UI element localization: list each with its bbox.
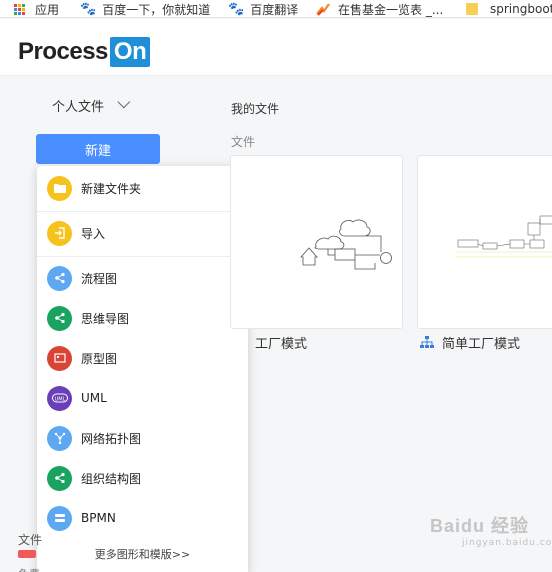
menu-item-prototype[interactable]: 原型图 xyxy=(37,338,248,378)
processon-logo[interactable]: Process On xyxy=(18,37,151,67)
menu-item-label: 思维导图 xyxy=(81,311,130,326)
menu-item-network[interactable]: 网络拓扑图 xyxy=(37,418,248,458)
menu-divider xyxy=(37,256,248,257)
bookmark-baidu[interactable]: 🐾 百度一下，你就知道 xyxy=(80,0,211,17)
personal-files-label: 个人文件 xyxy=(52,100,105,115)
menu-item-org-chart[interactable]: 组织结构图 xyxy=(37,458,248,498)
file-thumbnail xyxy=(456,215,552,258)
file-count-label: 文件 xyxy=(18,533,43,547)
bookmark-label: 百度一下，你就知道 xyxy=(102,2,211,17)
section-label: 文件 xyxy=(231,135,256,149)
bookmark-label: springboot xyxy=(490,2,552,16)
logo-badge: On xyxy=(109,37,151,67)
org-chart-file-icon xyxy=(420,336,434,348)
menu-item-label: 流程图 xyxy=(81,271,118,286)
personal-files-dropdown[interactable]: 个人文件 xyxy=(52,95,131,115)
menu-item-new-folder[interactable]: 新建文件夹 xyxy=(37,168,248,208)
file-card[interactable] xyxy=(230,155,403,329)
uml-icon: UML xyxy=(47,385,72,411)
file-card-name[interactable]: 简单工厂模式 xyxy=(420,333,520,352)
baidu-jingyan-watermark: Baidu 经验 xyxy=(430,516,530,536)
network-icon xyxy=(47,425,72,451)
bookmark-baidu-translate[interactable]: 🐾 百度翻译 xyxy=(228,0,299,17)
menu-item-label: UML xyxy=(81,391,107,405)
menu-item-mindmap[interactable]: 思维导图 xyxy=(37,298,248,338)
more-templates-link[interactable]: 更多图形和模版>> xyxy=(37,546,248,562)
bookmark-fund[interactable]: 在售基金一览表 _... xyxy=(316,0,444,17)
bookmark-label: 在售基金一览表 _... xyxy=(338,2,444,17)
prototype-icon xyxy=(47,345,72,371)
menu-item-uml[interactable]: UML UML xyxy=(37,378,248,418)
file-thumbnail xyxy=(300,219,392,270)
menu-item-import[interactable]: 导入 xyxy=(37,213,248,253)
menu-item-bpmn[interactable]: BPMN xyxy=(37,498,248,538)
logo-text: Process xyxy=(18,38,108,65)
file-card-name[interactable]: 工厂模式 xyxy=(255,333,307,352)
import-icon xyxy=(47,220,72,246)
new-dropdown-menu: 新建文件夹 导入 流程图 思维导图 原型图 UML UML 网络拓扑图 组织结构… xyxy=(37,166,248,572)
bookmark-label: 百度翻译 xyxy=(250,2,299,17)
folder-icon xyxy=(466,3,478,15)
mindmap-icon xyxy=(47,305,72,331)
menu-item-label: 组织结构图 xyxy=(81,471,142,486)
bpmn-icon xyxy=(47,505,72,531)
menu-item-label: 原型图 xyxy=(81,351,118,366)
menu-divider xyxy=(37,211,248,212)
baidu-paw-icon: 🐾 xyxy=(228,1,245,17)
menu-item-label: 新建文件夹 xyxy=(81,181,142,196)
storage-bar xyxy=(18,550,36,558)
bookmark-springboot[interactable]: springboot xyxy=(466,0,552,17)
watermark-url: jingyan.baidu.com xyxy=(462,538,552,548)
file-name: 工厂模式 xyxy=(255,337,308,352)
menu-item-label: 网络拓扑图 xyxy=(81,431,142,446)
chevron-down-icon xyxy=(117,95,131,109)
flowchart-icon xyxy=(47,265,72,291)
plan-label: 免费 xyxy=(18,566,40,572)
svg-text:UML: UML xyxy=(54,397,65,403)
baidu-paw-icon: 🐾 xyxy=(80,1,97,17)
app-header: Process On xyxy=(0,19,552,76)
apps-grid-icon xyxy=(14,3,25,15)
menu-item-label: BPMN xyxy=(81,511,116,525)
bookmarks-bar: 应用 🐾 百度一下，你就知道 🐾 百度翻译 在售基金一览表 _... sprin… xyxy=(0,0,552,18)
new-button[interactable]: 新建 xyxy=(36,134,160,164)
fund-icon xyxy=(316,3,330,16)
file-name: 简单工厂模式 xyxy=(442,337,521,352)
folder-icon xyxy=(47,175,72,201)
file-card[interactable] xyxy=(417,155,552,329)
org-chart-icon xyxy=(47,465,72,491)
bookmark-label: 应用 xyxy=(35,2,60,17)
page-title: 我的文件 xyxy=(231,102,280,116)
bookmark-apps[interactable]: 应用 xyxy=(14,0,60,17)
menu-item-flowchart[interactable]: 流程图 xyxy=(37,258,248,298)
menu-item-label: 导入 xyxy=(81,226,106,241)
